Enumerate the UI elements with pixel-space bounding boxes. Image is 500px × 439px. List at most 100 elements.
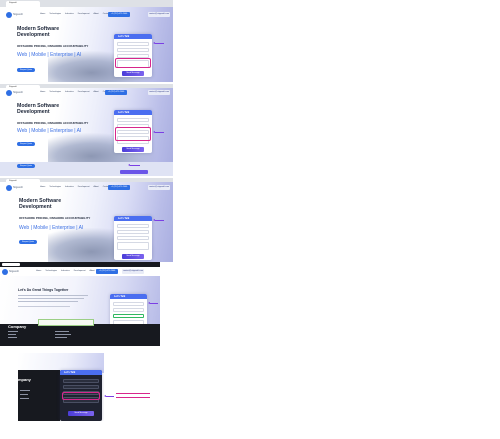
nav-about[interactable]: About [90, 270, 95, 272]
name-field[interactable] [117, 42, 149, 46]
nav-technologies[interactable]: Technologies [45, 270, 57, 272]
request-quote-button[interactable]: Request Quote [19, 240, 37, 244]
together-heading: Let's Do Great Things Together [18, 288, 69, 292]
call-button[interactable]: +1 (212) 671-2006 [108, 185, 130, 190]
nav-about[interactable]: About [94, 13, 99, 15]
annotation-arrow-icon [148, 302, 158, 304]
highlight-box [115, 58, 151, 68]
brand-name: Stigasoft [13, 91, 23, 94]
nav-technologies[interactable]: Technologies [49, 13, 61, 15]
phone-field[interactable] [117, 236, 149, 240]
browser-tab-title: Stigasoft [9, 2, 17, 4]
annotation-arrow-icon [153, 131, 164, 133]
send-message-button[interactable]: Send Message [122, 147, 144, 152]
screenshot-3: Stigasoft Stigasoft Home Technologies In… [0, 178, 173, 262]
message-field[interactable] [117, 242, 149, 250]
footer-link[interactable] [55, 331, 69, 332]
name-field[interactable] [117, 118, 149, 122]
send-message-button[interactable]: Send Message [68, 411, 94, 416]
request-quote-button[interactable]: Request Quote [17, 68, 35, 72]
contact-form-title: Let's Talk [118, 111, 130, 114]
logo-icon[interactable] [2, 269, 8, 275]
hero-title-line2: Development [19, 203, 52, 210]
site-nav: Stigasoft Home Technologies Industries D… [0, 183, 173, 192]
footer-link[interactable] [8, 334, 16, 335]
email-button[interactable]: contact@stigasoft.com [148, 90, 170, 95]
footer-link[interactable] [8, 337, 17, 338]
call-button[interactable]: +1 (212) 671-2006 [105, 90, 127, 95]
nav-technologies[interactable]: Technologies [49, 91, 61, 93]
brand-name: Stigasoft [13, 13, 23, 16]
logo-icon[interactable] [6, 12, 12, 18]
request-quote-button[interactable]: Request Quote [17, 164, 35, 168]
call-button[interactable]: +1 (212) 671-2006 [108, 12, 130, 17]
nav-development[interactable]: Development [78, 13, 90, 15]
request-quote-button[interactable]: Request Quote [17, 142, 35, 146]
email-field[interactable] [117, 230, 149, 234]
logo-icon[interactable] [6, 90, 12, 96]
name-field[interactable] [113, 302, 144, 306]
nav-home[interactable]: Home [40, 13, 45, 15]
nav-industries[interactable]: Industries [65, 186, 74, 188]
email-button[interactable]: contact@stigasoft.com [148, 12, 170, 17]
annotation-arrow-icon [104, 395, 114, 397]
body-text-line [18, 306, 70, 307]
email-field[interactable] [63, 385, 99, 389]
name-field[interactable] [63, 379, 99, 383]
browser-tab[interactable] [2, 263, 20, 266]
footer-company-heading: mpany [18, 377, 31, 382]
contact-form-header: Let's Talk [114, 110, 152, 115]
hero-title: Modern Software Development [19, 198, 61, 211]
footer-link[interactable] [8, 331, 18, 332]
hero-tagline: OFFSHORE PRICING, ONSHORE ACCOUNTABILITY [17, 121, 89, 125]
nav-home[interactable]: Home [40, 186, 45, 188]
contact-form: Let's Talk Send Message [114, 216, 152, 260]
footer-link[interactable] [20, 394, 28, 395]
screenshot-2-scrolled: Request Quote [0, 162, 173, 176]
nav-technologies[interactable]: Technologies [49, 186, 61, 188]
nav-home[interactable]: Home [36, 270, 41, 272]
footer-link[interactable] [20, 390, 30, 391]
email-field[interactable] [117, 48, 149, 52]
call-button[interactable]: +1 (212) 671-2006 [96, 269, 118, 274]
nav-industries[interactable]: Industries [61, 270, 70, 272]
nav-development[interactable]: Development [78, 186, 90, 188]
send-message-button[interactable] [120, 170, 148, 174]
footer-link[interactable] [55, 334, 71, 335]
body-text-line [18, 301, 78, 302]
phone-field[interactable] [113, 314, 144, 318]
hero-title: Modern Software Development [17, 103, 59, 116]
nav-links: Home Technologies Industries Development… [40, 13, 110, 15]
nav-industries[interactable]: Industries [65, 13, 74, 15]
footer: mpany [18, 370, 60, 421]
contact-form: Let's Talk Send Message [114, 34, 152, 77]
send-message-button[interactable]: Send Message [122, 71, 144, 76]
screenshot-4: Stigasoft Home Technologies Industries D… [0, 262, 160, 346]
email-button[interactable]: contact@stigasoft.com [148, 185, 170, 190]
nav-links: Home Technologies Industries Development… [40, 91, 110, 93]
site-nav: Stigasoft Home Technologies Industries D… [0, 88, 173, 97]
footer-link[interactable] [55, 337, 67, 338]
send-message-button[interactable]: Send Message [122, 254, 144, 259]
email-button[interactable]: contact@stigasoft.com [122, 269, 144, 274]
contact-form-header: Let's Talk [110, 294, 147, 299]
footer-link[interactable] [20, 398, 29, 399]
hero-tagline: OFFSHORE PRICING, ONSHORE ACCOUNTABILITY [19, 216, 91, 220]
nav-home[interactable]: Home [40, 91, 45, 93]
nav-about[interactable]: About [94, 91, 99, 93]
nav-links: Home Technologies Industries Development… [40, 186, 110, 188]
hero-tagline: OFFSHORE PRICING, ONSHORE ACCOUNTABILITY [17, 44, 89, 48]
hero-section: Stigasoft Home Technologies Industries D… [0, 7, 173, 82]
nav-development[interactable]: Development [74, 270, 86, 272]
email-field[interactable] [113, 308, 144, 312]
contact-form-title: Let's Talk [114, 295, 126, 298]
screenshot-5: mpany Let's Talk Send Message [18, 353, 104, 421]
nav-industries[interactable]: Industries [65, 91, 74, 93]
name-field[interactable] [117, 224, 149, 228]
site-nav: Stigasoft Home Technologies Industries D… [0, 10, 173, 19]
hero-section: Stigasoft Home Technologies Industries D… [0, 182, 173, 262]
brand-name: Stigasoft [9, 270, 19, 273]
logo-icon[interactable] [6, 185, 12, 191]
nav-development[interactable]: Development [78, 91, 90, 93]
nav-about[interactable]: About [94, 186, 99, 188]
